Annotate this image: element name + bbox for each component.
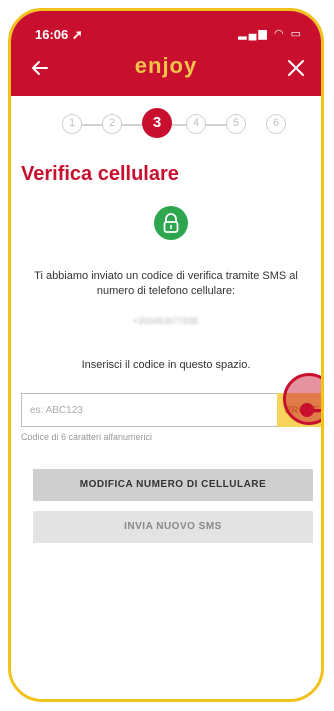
step-2: 2 (102, 114, 122, 134)
tap-highlight-pointer (311, 409, 321, 412)
lock-badge (154, 206, 188, 240)
modify-number-button[interactable]: MODIFICA NUMERO DI CELLULARE (33, 469, 313, 501)
app-header: 16:06 ➚ ▂▄▆ ◠ ▭ enjoy (11, 11, 321, 96)
step-4: 4 (186, 114, 206, 134)
phone-frame: 16:06 ➚ ▂▄▆ ◠ ▭ enjoy 1 2 3 4 5 6 Verifi… (8, 8, 324, 702)
page-title: Verifica cellulare (21, 163, 179, 185)
close-icon (288, 60, 304, 76)
phone-number: +39345367783E (132, 316, 200, 326)
lock-icon (163, 213, 179, 233)
code-instruction: Inserisci il codice in questo spazio. (81, 359, 251, 371)
step-5: 5 (226, 114, 246, 134)
verification-code-input[interactable] (21, 393, 277, 427)
code-hint: Codice di 6 caratteri alfanumerici (21, 432, 153, 442)
step-3-active: 3 (142, 108, 172, 138)
enjoy-logo: enjoy (134, 53, 198, 78)
step-6: 6 (266, 114, 286, 134)
status-time: 16:06 ➚ (35, 27, 83, 42)
close-button[interactable] (285, 57, 307, 79)
home-indicator (129, 701, 225, 702)
step-indicator: 1 2 3 4 5 6 (11, 106, 321, 146)
sms-info-text: Ti abbiamo inviato un codice di verifica… (34, 270, 298, 297)
status-icons: ▂▄▆ ◠ ▭ (238, 28, 303, 40)
step-1: 1 (62, 114, 82, 134)
resend-sms-button[interactable]: INVIA NUOVO SMS (33, 511, 313, 543)
